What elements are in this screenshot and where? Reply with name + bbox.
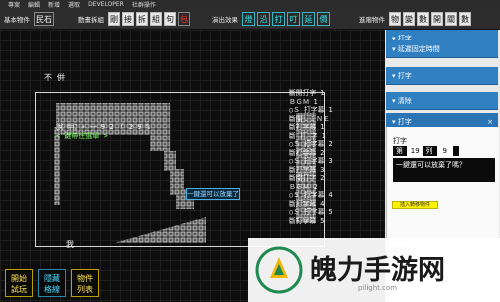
script-line[interactable]: 斷開ＬＩＮＥ xyxy=(289,115,369,124)
pos-btn-2[interactable]: 接 xyxy=(122,12,134,26)
block-pattern xyxy=(54,103,316,243)
typing-text-field[interactable]: 一鍵還可以放棄了嗎？ xyxy=(393,158,495,182)
accordion-label: 清除 xyxy=(397,97,412,105)
accordion-label: 打字 xyxy=(397,118,412,126)
accordion-typing-2[interactable]: ▾ 打字 xyxy=(386,67,498,85)
basic-objects-label: 基本物件 xyxy=(4,16,30,24)
object-list-label: 物件 列表 xyxy=(77,274,93,294)
script-line[interactable]: 斷打字幕 5 xyxy=(289,217,369,226)
script-line[interactable]: ＢＧＭ 1 xyxy=(289,98,369,107)
adv-btn-2[interactable]: 變 xyxy=(403,12,415,26)
insert-transfer-object-button[interactable]: 插入轉移物件 xyxy=(392,201,438,209)
script-line[interactable]: ＢＧＭ 2 xyxy=(289,183,369,192)
script-line[interactable]: 斷打字幕 1 xyxy=(289,123,369,132)
stage-stats-text: 說 明：+ 一 9 2 ７ 2 9 % xyxy=(56,123,151,131)
script-list: 斷開打字 1 ＢＧＭ 1 ○Ｓ 打字幕 1 斷開ＬＩＮＥ 斷打字幕 1 斷 打 … xyxy=(289,89,369,225)
adv-btn-5[interactable]: 關 xyxy=(445,12,457,26)
position-label: 動畫拆組 xyxy=(78,16,104,24)
script-line[interactable]: 斷打字幕 3 xyxy=(289,166,369,175)
adv-btn-6[interactable]: 數 xyxy=(459,12,471,26)
col-label: 列 xyxy=(425,147,433,155)
adv-btn-3[interactable]: 數 xyxy=(417,12,429,26)
accordion-label: 延遲固定時間 xyxy=(397,45,440,53)
position-field[interactable]: 第 19 列 9 xyxy=(393,146,459,156)
script-line[interactable]: ○Ｓ 打字幕 3 xyxy=(289,157,369,166)
script-line[interactable]: ○Ｓ 打字幕 2 xyxy=(289,140,369,149)
stage-character-label: 我 xyxy=(66,240,74,249)
game-screen-frame xyxy=(35,92,325,247)
script-line[interactable]: ○Ｓ 打字幕 4 xyxy=(289,191,369,200)
effect-btn-2[interactable]: 沿 xyxy=(257,12,270,26)
script-line[interactable]: ○Ｓ 打字幕 5 xyxy=(289,208,369,217)
effect-btn-1[interactable]: 燈 xyxy=(242,12,255,26)
object-list-button[interactable]: 物件 列表 xyxy=(71,269,99,297)
accordion-delay[interactable]: ▾ 延遲固定時間 xyxy=(386,40,498,58)
pos-btn-5[interactable]: 句 xyxy=(164,12,176,26)
advanced-label: 進階物件 xyxy=(359,16,385,24)
script-line[interactable]: 斷 打 字 1 xyxy=(289,132,369,141)
pos-btn-6[interactable]: 包 xyxy=(178,12,190,26)
accordion-label: 打字 xyxy=(397,72,412,80)
site-watermark: 魄力手游网 pilight.com xyxy=(248,238,500,302)
menu-add[interactable]: 新增 xyxy=(48,0,60,9)
effect-btn-6[interactable]: 價 xyxy=(317,12,330,26)
adv-btn-1[interactable]: 物 xyxy=(389,12,401,26)
adv-btn-4[interactable]: 開 xyxy=(431,12,443,26)
start-playtest-button[interactable]: 開始 試玩 xyxy=(5,269,33,297)
script-line[interactable]: 斷開打字 2 xyxy=(289,174,369,183)
hide-grid-button[interactable]: 隱藏 格線 xyxy=(38,269,66,297)
stage-dialog-box[interactable]: 一鍵還可以放棄了嗎？ xyxy=(186,188,240,200)
script-line[interactable]: 斷打字幕 2 xyxy=(289,149,369,158)
menu-edit[interactable]: 編輯 xyxy=(28,0,40,9)
watermark-subtitle: pilight.com xyxy=(358,284,398,292)
watermark-title: 魄力手游网 xyxy=(310,255,445,286)
row-prefix-label: 第 xyxy=(396,147,403,155)
pos-btn-3[interactable]: 拆 xyxy=(136,12,148,26)
effect-btn-5[interactable]: 延 xyxy=(302,12,315,26)
effect-btn-3[interactable]: 打 xyxy=(272,12,285,26)
toolbar: 基本物件 民石 動畫拆組 剛 接 拆 組 句 包 演出效果 燈 沿 打 叮 延 … xyxy=(0,9,500,30)
start-playtest-label: 開始 試玩 xyxy=(11,274,27,294)
row-input[interactable]: 19 xyxy=(407,146,424,156)
effect-btn-4[interactable]: 叮 xyxy=(287,12,300,26)
menu-community[interactable]: 社群操作 xyxy=(132,0,156,9)
accordion-clear[interactable]: ▾ 清除 xyxy=(386,92,498,110)
stage-title-label: 不 倂 xyxy=(44,73,65,82)
stage-hint-text: < 鍵帶往選單 > xyxy=(56,132,108,140)
script-line[interactable]: 斷開打字 1 xyxy=(289,89,369,98)
menu-developer[interactable]: DEVELOPER xyxy=(88,1,124,8)
script-line[interactable]: 斷打字幕 4 xyxy=(289,200,369,209)
menu-project[interactable]: 專案 xyxy=(8,0,20,9)
script-line[interactable]: ○Ｓ 打字幕 1 xyxy=(289,106,369,115)
menu-select[interactable]: 選取 xyxy=(68,0,80,9)
hide-grid-label: 隱藏 格線 xyxy=(44,274,60,294)
effects-label: 演出效果 xyxy=(212,16,238,24)
basic-object-button[interactable]: 民石 xyxy=(34,12,54,26)
pos-btn-1[interactable]: 剛 xyxy=(108,12,120,26)
col-input[interactable]: 9 xyxy=(436,146,453,156)
pos-btn-4[interactable]: 組 xyxy=(150,12,162,26)
watermark-logo-icon xyxy=(255,246,303,294)
panel-section-label: 打字 xyxy=(393,137,407,145)
